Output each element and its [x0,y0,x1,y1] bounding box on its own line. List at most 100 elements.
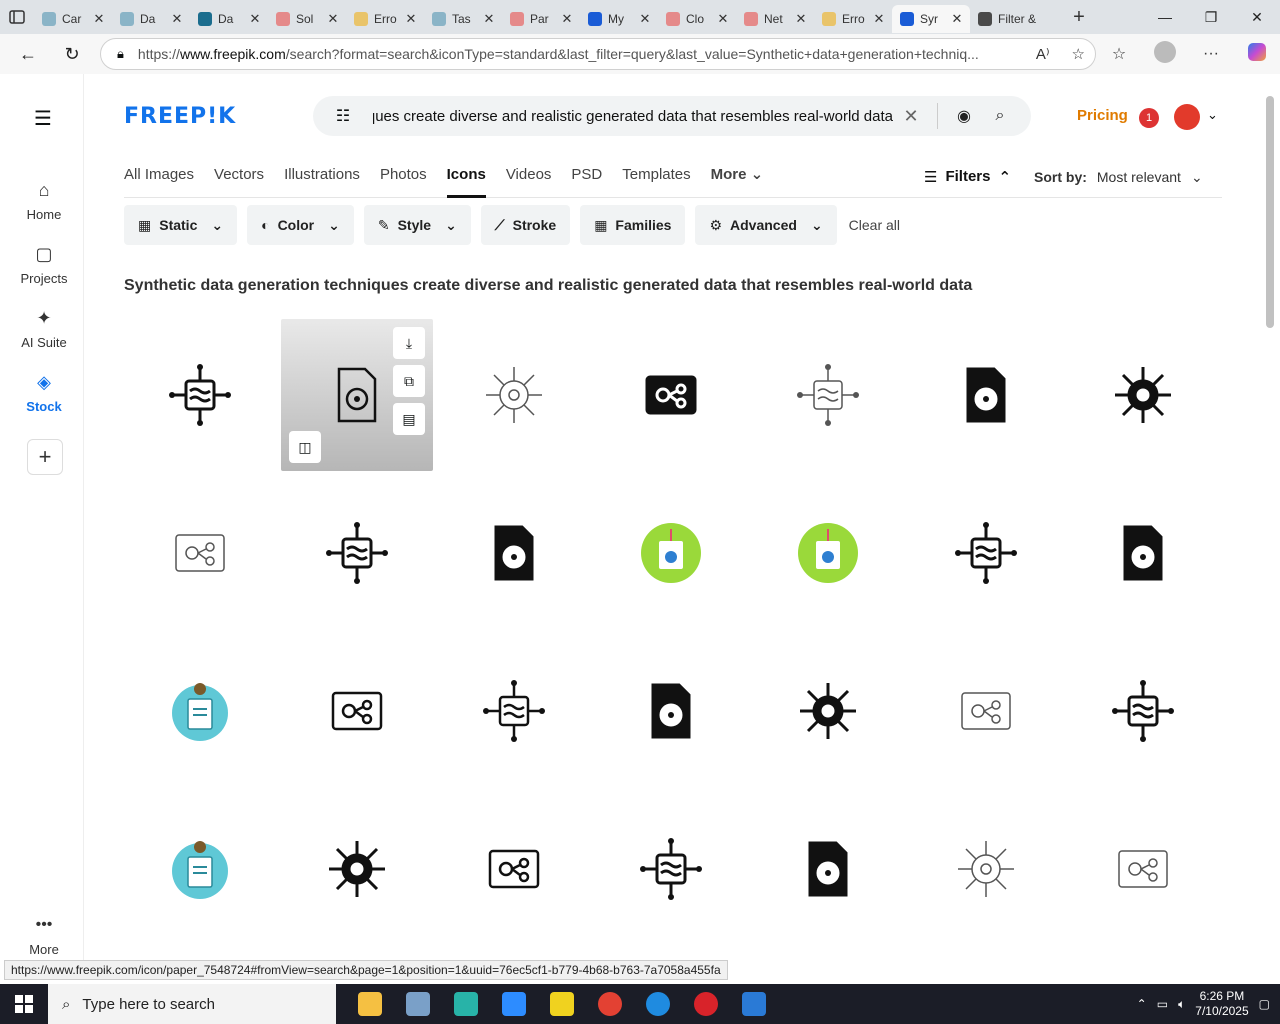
avatar[interactable] [1174,104,1200,130]
icon-result-item[interactable] [438,477,590,629]
taskbar-app-icon[interactable] [394,984,442,1024]
sidebar-item-ai-suite[interactable]: ✦ AI Suite [4,308,84,350]
icon-result-item[interactable] [752,477,904,629]
icon-result-item[interactable] [595,635,747,787]
icon-result-item[interactable] [438,635,590,787]
icon-result-item[interactable] [595,477,747,629]
filters-toggle[interactable]: ☰ Filters ⌃ [924,168,1011,186]
icon-result-item[interactable] [1067,477,1219,629]
taskbar-app-icon[interactable] [442,984,490,1024]
icon-result-item[interactable] [1067,635,1219,787]
tab-illustrations[interactable]: Illustrations [284,166,360,198]
icon-result-item[interactable] [438,319,590,471]
volume-icon[interactable]: 🔈︎ [1178,997,1185,1012]
browser-tab[interactable]: Erro ✕ [814,5,892,33]
favorite-star-icon[interactable]: ☆ [1072,45,1085,63]
back-icon[interactable]: ← [8,34,48,74]
find-similar-icon[interactable]: ◫ [289,431,321,463]
clear-all-button[interactable]: Clear all [847,217,900,233]
taskbar-app-icon[interactable] [730,984,778,1024]
browser-tab[interactable]: Da ✕ [190,5,268,33]
clear-search-icon[interactable]: ✕ [893,106,929,127]
browser-tab[interactable]: Tas ✕ [424,5,502,33]
close-tab-icon[interactable]: ✕ [872,11,886,27]
windows-start-icon[interactable] [0,984,48,1024]
page-scrollbar[interactable] [1264,74,1276,980]
tray-chevron-icon[interactable]: ⌃ [1137,997,1147,1011]
icon-result-item[interactable] [910,793,1062,945]
site-info-icon[interactable]: 🔒︎ [117,46,124,62]
icon-result-item[interactable] [752,793,904,945]
search-icon[interactable]: ⌕ [982,107,1018,125]
browser-tab[interactable]: My ✕ [580,5,658,33]
scrollbar-thumb[interactable] [1266,96,1274,328]
taskbar-search[interactable]: ⌕ Type here to search [48,984,336,1024]
tab-templates[interactable]: Templates [622,166,690,198]
style-filter-button[interactable]: ✎ Style ⌄ [363,205,471,245]
close-tab-icon[interactable]: ✕ [92,11,106,27]
browser-tab[interactable]: Sol ✕ [268,5,346,33]
close-tab-icon[interactable]: ✕ [404,11,418,27]
close-tab-icon[interactable]: ✕ [170,11,184,27]
taskbar-app-icon[interactable] [634,984,682,1024]
browser-tab[interactable]: Par ✕ [502,5,580,33]
browser-tab[interactable]: Car ✕ [34,5,112,33]
taskbar-app-icon[interactable] [346,984,394,1024]
profile-icon[interactable] [1142,40,1188,68]
families-filter-button[interactable]: ▦ Families [580,205,686,245]
icon-result-item[interactable] [124,319,276,471]
search-type-icon[interactable]: ☷ [313,106,373,126]
advanced-filter-button[interactable]: ⚙ Advanced ⌄ [695,205,837,245]
pricing-link[interactable]: Pricing [1077,107,1128,124]
add-icon[interactable]: + [27,439,63,475]
browser-tab[interactable]: Syr ✕ [892,5,970,33]
clock[interactable]: 6:26 PM 7/10/2025 [1195,989,1248,1019]
copy-icon[interactable]: ⧉ [393,365,425,397]
browser-tab[interactable]: Filter & [970,5,1062,33]
icon-result-item[interactable] [124,635,276,787]
save-to-collection-icon[interactable]: ▤ [393,403,425,435]
notifications-icon[interactable]: ▢ [1259,997,1270,1011]
tab-actions-icon[interactable] [0,0,34,34]
close-tab-icon[interactable]: ✕ [482,11,496,27]
browser-tab[interactable]: Clo ✕ [658,5,736,33]
color-filter-button[interactable]: ◐ Color ⌄ [247,205,354,245]
icon-result-item[interactable] [910,477,1062,629]
close-tab-icon[interactable]: ✕ [326,11,340,27]
more-nav-item[interactable]: ••• More [4,916,84,957]
new-tab-button[interactable]: + [1062,6,1096,29]
browser-tab[interactable]: Da ✕ [112,5,190,33]
download-icon[interactable]: ⤓ [393,327,425,359]
close-window-icon[interactable]: ✕ [1234,0,1280,34]
icon-result-item[interactable] [1067,793,1219,945]
read-aloud-icon[interactable]: A⁾ [1036,45,1050,63]
stroke-filter-button[interactable]: ⟋ Stroke [480,205,571,245]
minimize-icon[interactable]: — [1142,0,1188,34]
chevron-down-icon[interactable]: ⌄ [1207,107,1218,123]
close-tab-icon[interactable]: ✕ [950,11,964,27]
taskbar-app-icon[interactable] [490,984,538,1024]
icon-result-item[interactable] [281,793,433,945]
restore-icon[interactable]: ❐ [1188,0,1234,34]
notification-badge[interactable]: 1 [1139,108,1159,128]
address-bar[interactable]: 🔒︎ https://www.freepik.com/search?format… [100,38,1096,70]
icon-result-item[interactable] [910,319,1062,471]
close-tab-icon[interactable]: ✕ [716,11,730,27]
search-input[interactable]: Synthetic data generation techniques cre… [373,108,893,125]
tab-videos[interactable]: Videos [506,166,552,198]
hamburger-menu-icon[interactable]: ☰ [34,106,52,131]
browser-tab[interactable]: Erro ✕ [346,5,424,33]
refresh-icon[interactable]: ↻ [52,34,92,74]
copilot-icon[interactable] [1234,42,1280,66]
close-tab-icon[interactable]: ✕ [794,11,808,27]
tab-photos[interactable]: Photos [380,166,427,198]
icon-result-item[interactable] [124,793,276,945]
sort-dropdown[interactable]: Sort by: Most relevant ⌄ [1034,169,1203,186]
taskbar-app-icon[interactable] [586,984,634,1024]
close-tab-icon[interactable]: ✕ [248,11,262,27]
icon-result-item[interactable] [1067,319,1219,471]
favorites-icon[interactable]: ☆ [1096,44,1142,64]
icon-result-item[interactable] [124,477,276,629]
icon-result-item[interactable] [281,477,433,629]
taskbar-app-icon[interactable] [538,984,586,1024]
